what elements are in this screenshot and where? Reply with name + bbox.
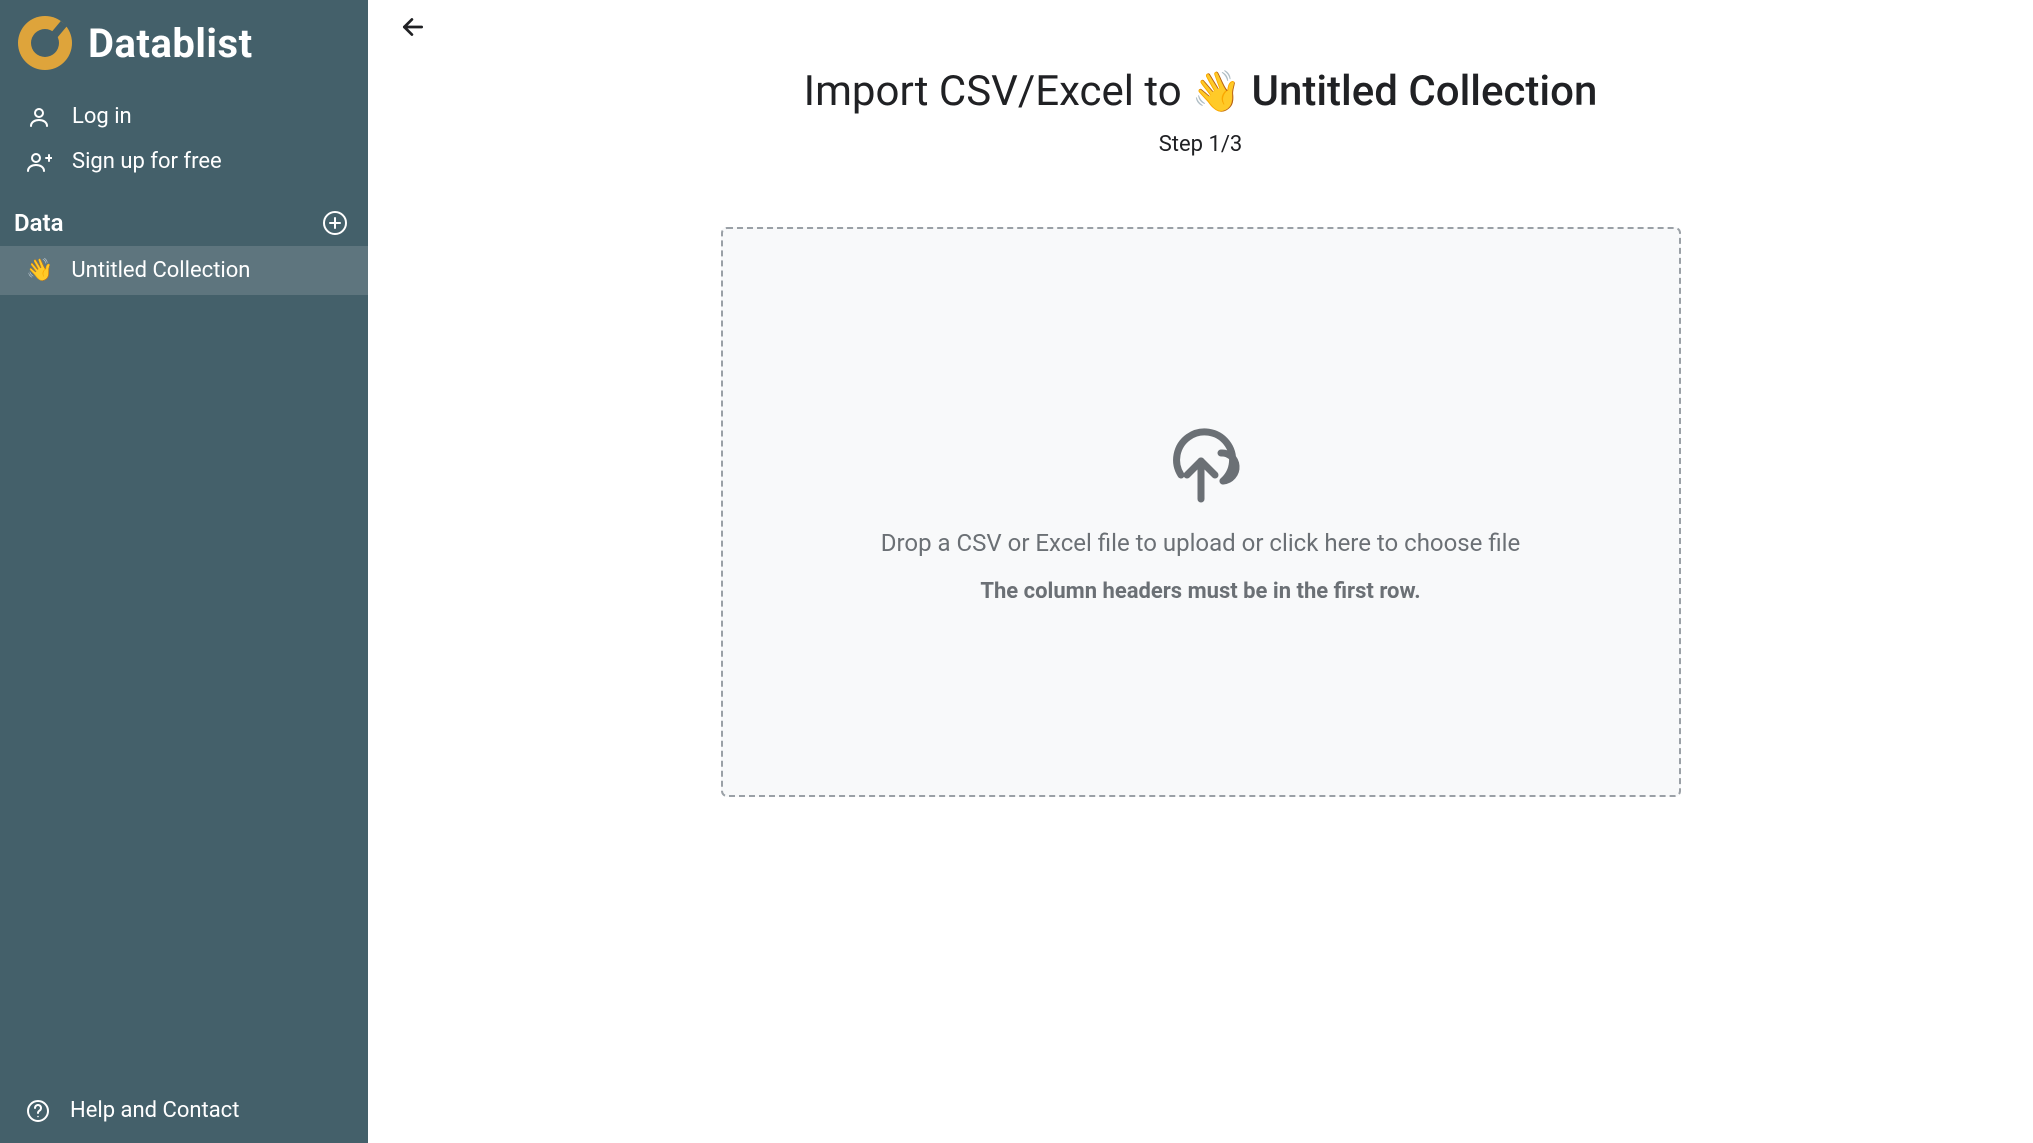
brand-logo-icon [18,16,72,70]
page-header: Import CSV/Excel to 👋 Untitled Collectio… [398,67,2003,157]
page-title: Import CSV/Excel to 👋 Untitled Collectio… [804,67,1598,116]
brand-name: Datablist [88,20,253,67]
login-link[interactable]: Log in [0,94,368,139]
dropzone-secondary-text: The column headers must be in the first … [980,579,1420,604]
title-collection-name: Untitled Collection [1252,67,1598,116]
step-indicator: Step 1/3 [398,132,2003,157]
signup-label: Sign up for free [72,149,222,174]
main-content: Import CSV/Excel to 👋 Untitled Collectio… [368,0,2033,1143]
file-dropzone[interactable]: Drop a CSV or Excel file to upload or cl… [721,227,1681,797]
data-section-header: Data [0,184,368,246]
data-section-label: Data [14,209,63,237]
sidebar-item-label: Untitled Collection [71,258,250,283]
help-link[interactable]: Help and Contact [0,1082,368,1143]
wave-icon: 👋 [1192,68,1242,115]
wave-icon: 👋 [26,260,53,282]
sidebar-spacer [0,295,368,1082]
signup-link[interactable]: Sign up for free [0,139,368,184]
user-plus-icon [26,150,52,174]
back-button[interactable] [398,12,428,42]
sidebar-item-untitled-collection[interactable]: 👋 Untitled Collection [0,246,368,295]
add-collection-button[interactable] [320,208,350,238]
title-prefix: Import CSV/Excel to [804,67,1182,116]
arrow-left-icon [400,14,426,40]
brand: Datablist [0,0,368,94]
sidebar: Datablist Log in Sign up for free Data [0,0,368,1143]
login-label: Log in [72,104,132,129]
user-icon [26,105,52,129]
cloud-upload-icon [1151,421,1251,507]
help-label: Help and Contact [70,1098,239,1123]
dropzone-primary-text: Drop a CSV or Excel file to upload or cl… [881,529,1520,557]
help-icon [26,1099,50,1123]
